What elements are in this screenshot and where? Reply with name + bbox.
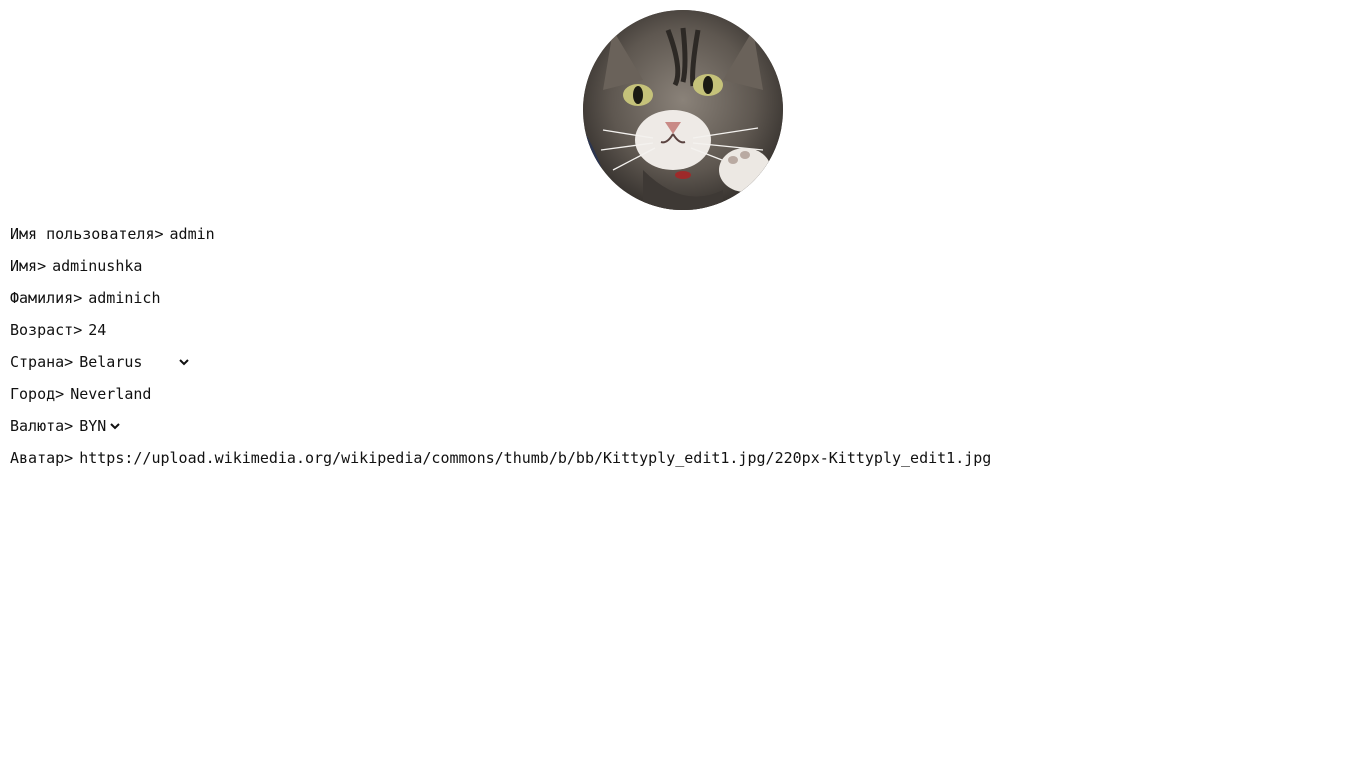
city-row: Город> Neverland [10,378,1350,410]
currency-row: Валюта> BYN [10,410,1350,442]
currency-label: Валюта> [10,417,74,435]
country-label: Страна> [10,353,74,371]
avatar-image [583,10,783,210]
country-row: Страна> Belarus [10,346,1350,378]
age-row: Возраст> 24 [10,314,1350,346]
currency-select[interactable]: BYN [79,414,121,438]
last-name-value: adminich [88,289,161,307]
last-name-row: Фамилия> adminich [10,282,1350,314]
country-select[interactable]: Belarus [79,350,189,374]
cat-photo-icon [583,10,783,210]
age-label: Возраст> [10,321,83,339]
avatar-url-value: https://upload.wikimedia.org/wikipedia/c… [79,449,992,467]
avatar-url-row: Аватар> https://upload.wikimedia.org/wik… [10,442,1350,474]
avatar-url-label: Аватар> [10,449,74,467]
chevron-down-icon [110,421,121,431]
country-select-value: Belarus [79,353,143,371]
first-name-label: Имя> [10,257,47,275]
first-name-value: adminushka [52,257,143,275]
chevron-down-icon [179,357,189,367]
username-row: Имя пользователя> admin [10,218,1350,250]
city-value: Neverland [70,385,152,403]
profile-form: Имя пользователя> admin Имя> adminushka … [10,218,1350,474]
currency-select-value: BYN [79,417,107,435]
last-name-label: Фамилия> [10,289,83,307]
age-value: 24 [88,321,107,339]
username-value: admin [169,225,215,243]
first-name-row: Имя> adminushka [10,250,1350,282]
city-label: Город> [10,385,65,403]
username-label: Имя пользователя> [10,225,164,243]
